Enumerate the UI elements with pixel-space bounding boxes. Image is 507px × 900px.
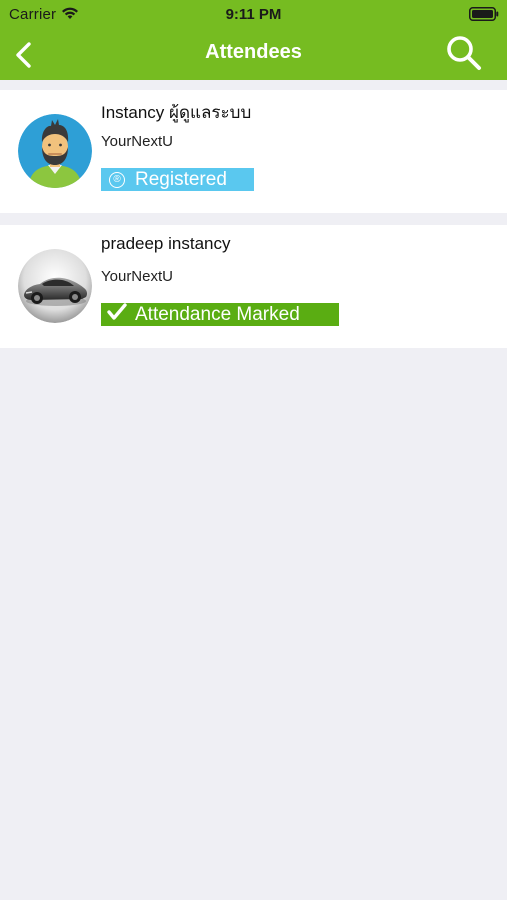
status-bar: Carrier 9:11 PM [0, 0, 507, 28]
nav-bar: Attendees [0, 28, 507, 80]
status-label: Attendance Marked [135, 303, 300, 325]
attendee-name: pradeep instancy [101, 234, 231, 253]
battery-icon [469, 7, 499, 21]
search-icon [447, 36, 481, 70]
status-badge: Attendance Marked [101, 302, 339, 327]
page-title: Attendees [205, 41, 302, 63]
attendee-organization: YourNextU [101, 133, 173, 150]
search-button[interactable] [440, 31, 488, 75]
status-time: 9:11 PM [225, 6, 282, 23]
car-avatar [18, 249, 92, 323]
attendee-row[interactable]: pradeep instancy YourNextU Attendance Ma… [0, 225, 507, 348]
attendee-row[interactable]: Instancy ผู้ดูแลระบบ YourNextU ® Registe… [0, 90, 507, 213]
status-label: Registered [135, 168, 227, 190]
attendee-list: Instancy ผู้ดูแลระบบ YourNextU ® Registe… [0, 90, 507, 360]
attendee-organization: YourNextU [101, 268, 173, 285]
registered-icon: ® [109, 171, 125, 188]
app-header: Carrier 9:11 PM Attendees [0, 0, 507, 80]
status-badge: ® Registered [101, 168, 254, 191]
person-avatar [18, 114, 92, 188]
checkmark-icon [107, 302, 127, 327]
attendee-name: Instancy ผู้ดูแลระบบ [101, 103, 252, 122]
